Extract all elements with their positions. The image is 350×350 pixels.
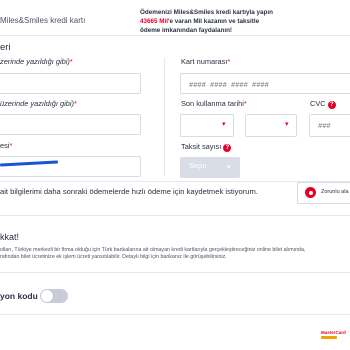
card-number-input[interactable]	[181, 76, 350, 96]
mastercard-logo-text: MasterCard	[321, 330, 346, 335]
footer-divider	[0, 314, 350, 315]
required-fields-label: Zorunlu ala	[321, 189, 349, 195]
promo-line-3: ödeme imkanından faydalanın!	[140, 27, 233, 34]
name-field[interactable]	[0, 73, 141, 96]
header-divider	[0, 35, 350, 36]
name-input[interactable]	[0, 76, 140, 96]
surname-field[interactable]	[0, 114, 141, 137]
promo-text: Ödemenizi Miles&Smiles kredi kartıyla ya…	[140, 8, 340, 35]
save-card-text: ait bilgilerimi daha sonraki ödemelerde …	[0, 187, 258, 196]
installment-select[interactable]: Seçin ▾	[180, 157, 240, 178]
promo-divider	[0, 272, 350, 273]
expiry-label: Son kullanma tarihi*	[181, 99, 247, 108]
help-icon[interactable]: ?	[327, 101, 336, 109]
expiry-month-select[interactable]: ▾	[180, 114, 234, 137]
chevron-down-icon: ▾	[285, 121, 289, 128]
mastercard-logo: MasterCard	[321, 330, 346, 340]
notice-divider	[0, 215, 350, 216]
section-title: eri	[0, 42, 11, 53]
installment-label: Taksit sayısı ?	[181, 142, 232, 152]
promo-code-label: yon kodu	[0, 291, 38, 301]
toggle-knob	[41, 290, 53, 302]
chevron-down-icon: ▾	[222, 121, 226, 128]
column-divider	[164, 58, 165, 176]
installment-value: Seçin	[189, 163, 207, 170]
required-fields-box: Zorunlu ala	[297, 182, 350, 204]
miles-amount: 43665 Mil	[140, 18, 169, 25]
expiry-year-select[interactable]: ▾	[245, 114, 297, 137]
required-radio-icon[interactable]	[305, 187, 316, 198]
email-field[interactable]	[0, 156, 141, 179]
promo-line-2-rest: 'e varan Mil kazanın ve taksitle	[168, 18, 260, 25]
mastercard-logo-bar	[321, 336, 337, 339]
card-number-label: Kart numarası*	[181, 57, 231, 66]
notice-title: kkat!	[0, 232, 20, 242]
cvc-field[interactable]	[309, 114, 350, 138]
help-icon[interactable]: ?	[223, 144, 232, 152]
card-type-label: Miles&Smiles kredi kartı	[0, 16, 86, 25]
promo-code-toggle[interactable]	[40, 289, 68, 303]
card-number-field[interactable]	[180, 73, 350, 96]
chevron-down-icon: ▾	[227, 164, 231, 171]
notice-line-2: rafından bilet ücretinize ek işlem ücret…	[0, 254, 227, 260]
cvc-label: CVC ?	[310, 99, 336, 109]
name-label: zerinde yazıldığı gibi)*	[0, 57, 73, 66]
cvc-input[interactable]	[310, 116, 350, 138]
surname-input[interactable]	[0, 117, 140, 137]
promo-line-1: Ödemenizi Miles&Smiles kredi kartıyla ya…	[140, 9, 273, 16]
surname-label: üzerinde yazıldığı gibi)*	[0, 99, 77, 108]
email-label: esi*	[0, 141, 13, 150]
promo-line-2: 43665 Mil'e varan Mil kazanın ve taksitl…	[140, 17, 340, 26]
